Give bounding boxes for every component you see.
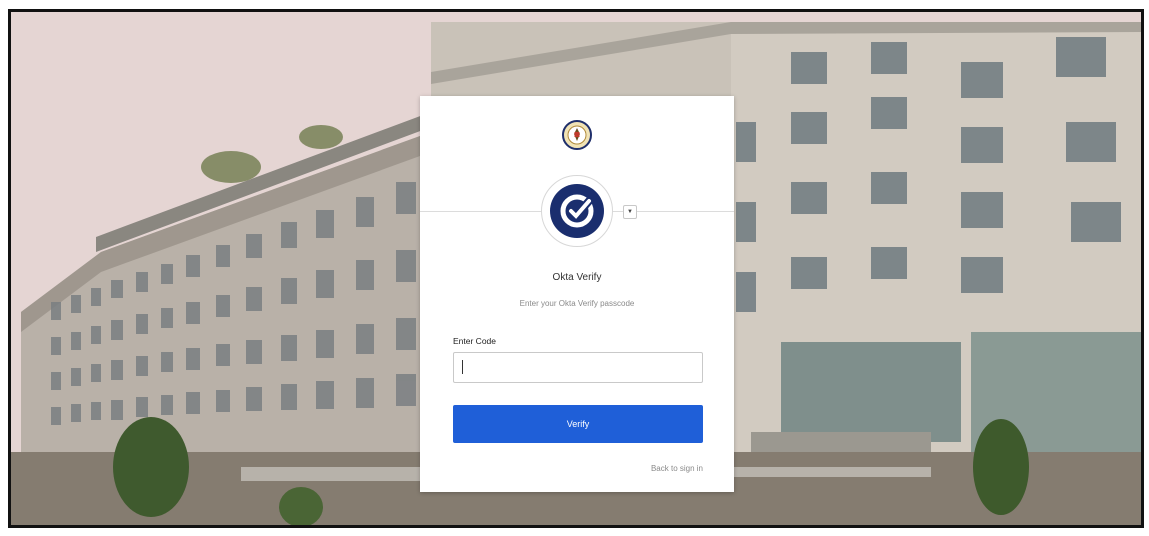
verify-button[interactable]: Verify [453,405,703,443]
sign-in-card: ▼ Okta Verify Enter your Okta Verify pas… [420,96,734,492]
state-department-seal-icon [562,120,592,150]
screenshot-frame: ▼ Okta Verify Enter your Okta Verify pas… [8,9,1144,528]
code-field[interactable] [453,352,703,383]
code-field-label: Enter Code [453,336,496,346]
factor-icon-container [541,175,613,247]
chevron-down-icon: ▼ [627,209,633,215]
factor-subtitle: Enter your Okta Verify passcode [519,299,635,308]
factor-title: Okta Verify [552,272,602,283]
factor-dropdown-button[interactable]: ▼ [623,205,637,219]
okta-verify-check-icon [550,184,604,238]
back-to-sign-in-link[interactable]: Back to sign in [651,464,703,473]
text-caret [462,360,463,374]
